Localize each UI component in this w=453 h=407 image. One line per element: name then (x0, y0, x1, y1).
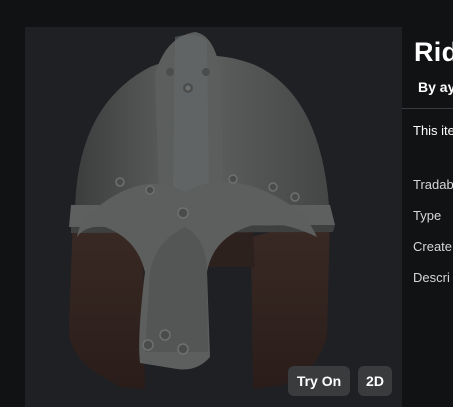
item-preview[interactable]: Try On 2D (25, 27, 402, 407)
type-label: Type (413, 208, 442, 223)
description-label: Descri (413, 270, 450, 285)
item-description-text: This ite (413, 123, 453, 138)
item-details-panel: Rid By ay This ite Tradab Type Create De… (402, 27, 453, 407)
created-label: Create (413, 239, 453, 254)
creator-byline[interactable]: By ay (418, 79, 453, 95)
view-2d-button[interactable]: 2D (358, 366, 392, 396)
helmet-image (68, 32, 335, 389)
divider (402, 108, 453, 109)
item-title: Rid (414, 37, 453, 67)
item-page: Try On 2D Rid By ay This ite Tradab Type… (0, 0, 453, 407)
tradable-label: Tradab (413, 177, 453, 192)
try-on-button[interactable]: Try On (288, 366, 350, 396)
